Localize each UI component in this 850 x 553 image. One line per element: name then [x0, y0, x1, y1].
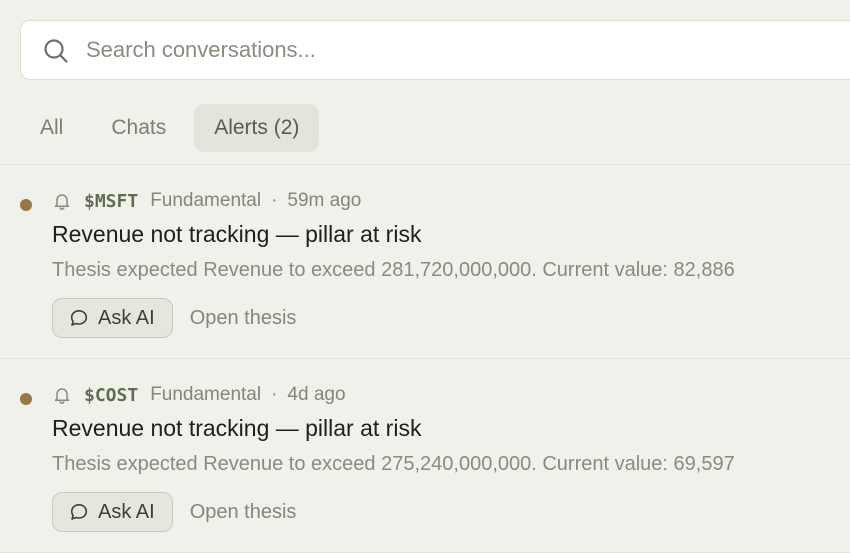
alert-meta: $COST Fundamental · 4d ago: [52, 383, 346, 407]
unread-dot: [20, 199, 32, 211]
search-icon: [44, 39, 68, 63]
ticker-symbol[interactable]: $COST: [84, 385, 138, 406]
tab-bar: All Chats Alerts (2): [20, 104, 320, 152]
meta-separator: ·: [271, 384, 278, 405]
alert-category: Fundamental: [150, 190, 262, 211]
alert-list: $MSFT Fundamental · 59m ago Revenue not …: [0, 164, 850, 553]
bell-icon: [54, 194, 70, 210]
alert-item[interactable]: $MSFT Fundamental · 59m ago Revenue not …: [0, 165, 850, 359]
alert-title: Revenue not tracking — pillar at risk: [52, 221, 422, 247]
alert-time: 4d ago: [287, 384, 346, 405]
tab-all[interactable]: All: [20, 104, 83, 152]
chat-bubble-icon: [70, 504, 88, 520]
bell-icon: [54, 388, 70, 404]
open-thesis-link[interactable]: Open thesis: [190, 307, 297, 330]
search-input[interactable]: [86, 31, 786, 69]
ask-ai-button[interactable]: Ask AI: [52, 492, 173, 532]
alert-item[interactable]: $COST Fundamental · 4d ago Revenue not t…: [0, 359, 850, 553]
chat-bubble-icon: [70, 310, 88, 326]
alert-time: 59m ago: [287, 190, 362, 211]
alert-category: Fundamental: [150, 384, 262, 405]
tab-chats[interactable]: Chats: [91, 104, 186, 152]
ticker-symbol[interactable]: $MSFT: [84, 191, 138, 212]
ask-ai-label: Ask AI: [98, 306, 155, 329]
ask-ai-label: Ask AI: [98, 500, 155, 523]
alert-description: Thesis expected Revenue to exceed 281,72…: [52, 259, 735, 281]
meta-separator: ·: [271, 190, 278, 211]
ask-ai-button[interactable]: Ask AI: [52, 298, 173, 338]
alert-title: Revenue not tracking — pillar at risk: [52, 415, 422, 441]
alert-meta: $MSFT Fundamental · 59m ago: [52, 189, 361, 213]
unread-dot: [20, 393, 32, 405]
open-thesis-link[interactable]: Open thesis: [190, 501, 297, 524]
tab-alerts[interactable]: Alerts (2): [194, 104, 320, 152]
alert-actions: Ask AI Open thesis: [52, 298, 296, 338]
alert-actions: Ask AI Open thesis: [52, 492, 296, 532]
search-bar[interactable]: [20, 20, 850, 80]
alert-description: Thesis expected Revenue to exceed 275,24…: [52, 453, 735, 475]
